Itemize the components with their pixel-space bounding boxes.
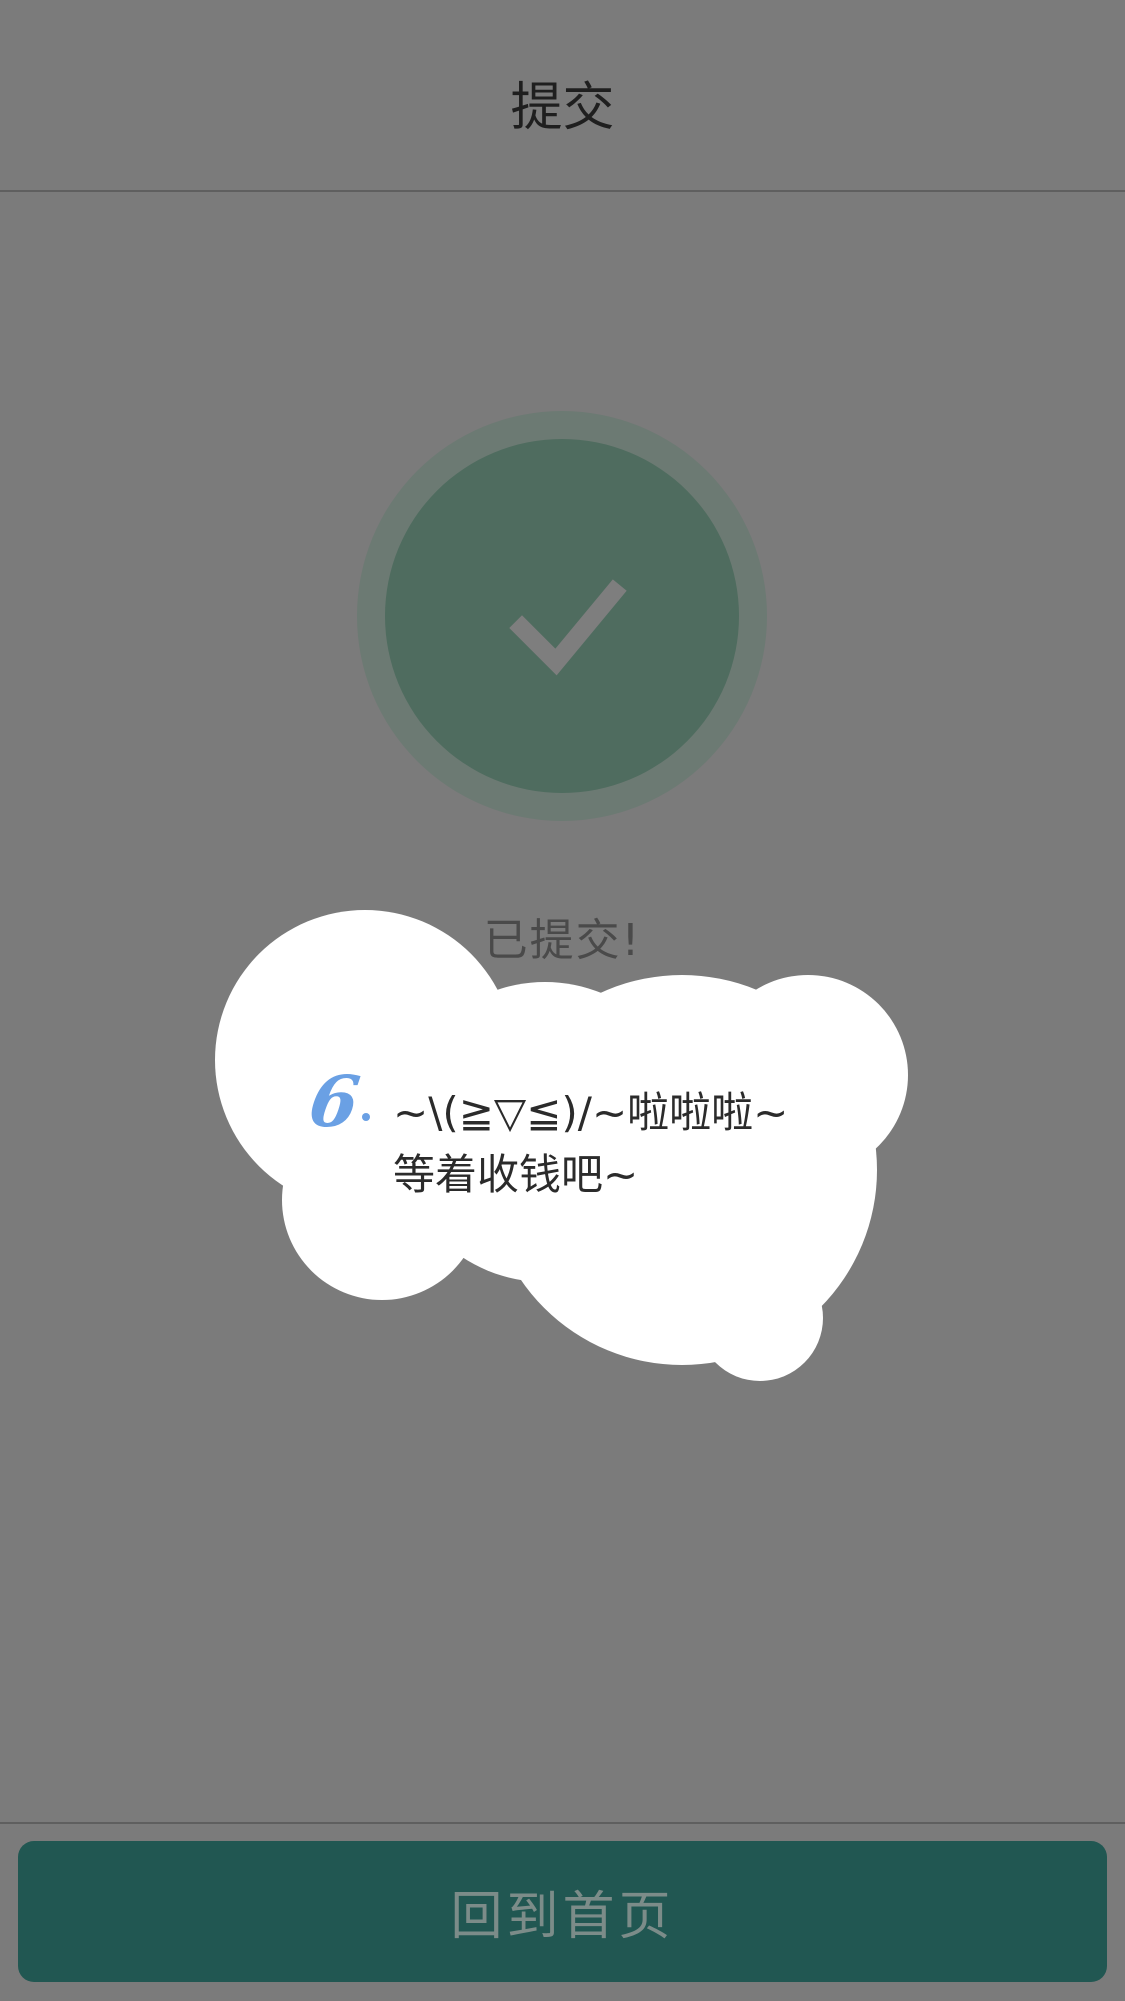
toast-popup: 6 ~\(≧▽≦)/~啦啦啦~ 等着收钱吧~ <box>0 0 1125 2001</box>
cloud-shape <box>215 910 908 1381</box>
toast-message: ~\(≧▽≦)/~啦啦啦~ 等着收钱吧~ <box>393 1088 789 1199</box>
toast-number-dot <box>362 1113 370 1121</box>
home-button[interactable]: 回到首页 <box>18 1841 1107 1982</box>
